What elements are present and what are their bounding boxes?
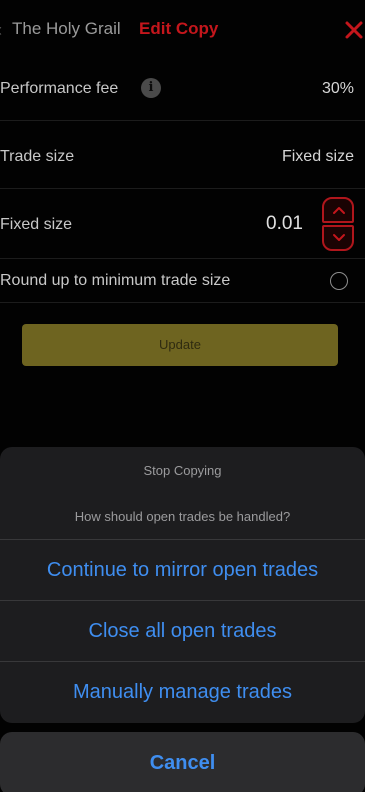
trade-size-value[interactable]: Fixed size	[282, 148, 354, 166]
chevron-up-icon	[333, 207, 345, 214]
chevron-down-icon	[333, 234, 345, 241]
increment-button[interactable]	[322, 197, 354, 223]
update-button[interactable]: Update	[22, 324, 338, 366]
chevron-left-icon[interactable]: ‹	[0, 20, 4, 40]
decrement-button[interactable]	[322, 225, 354, 251]
cancel-button[interactable]: Cancel	[0, 732, 365, 792]
header-subtitle: Edit Copy	[139, 19, 219, 38]
performance-fee-row: Performance fee i 30%	[0, 60, 365, 121]
performance-fee-value: 30%	[321, 80, 354, 97]
fixed-size-row: Fixed size 0.01	[0, 189, 365, 259]
fixed-size-label: Fixed size	[0, 216, 73, 233]
round-up-label: Round up to minimum trade size	[0, 272, 231, 289]
radio-icon[interactable]	[330, 272, 348, 290]
fixed-size-stepper	[322, 197, 354, 251]
header-title: The Holy Grail	[12, 19, 121, 38]
trade-size-label: Trade size	[0, 148, 75, 165]
round-up-row[interactable]: Round up to minimum trade size	[0, 259, 365, 303]
app-screen: ‹ The Holy Grail Edit Copy Performance f…	[0, 0, 365, 792]
manually-manage-button[interactable]: Manually manage trades	[0, 661, 365, 722]
trade-size-row[interactable]: Trade size Fixed size	[0, 121, 365, 189]
close-all-trades-button[interactable]: Close all open trades	[0, 600, 365, 661]
action-sheet-title: Stop Copying	[143, 463, 222, 478]
action-sheet: Stop Copying How should open trades be h…	[0, 447, 365, 723]
fixed-size-value[interactable]: 0.01	[266, 213, 303, 235]
header: ‹ The Holy Grail Edit Copy	[0, 0, 365, 60]
performance-fee-label: Performance fee	[0, 80, 119, 97]
close-icon[interactable]	[344, 20, 364, 40]
info-icon[interactable]: i	[141, 78, 161, 98]
action-sheet-message: How should open trades be handled?	[74, 509, 291, 524]
continue-mirror-button[interactable]: Continue to mirror open trades	[0, 539, 365, 600]
